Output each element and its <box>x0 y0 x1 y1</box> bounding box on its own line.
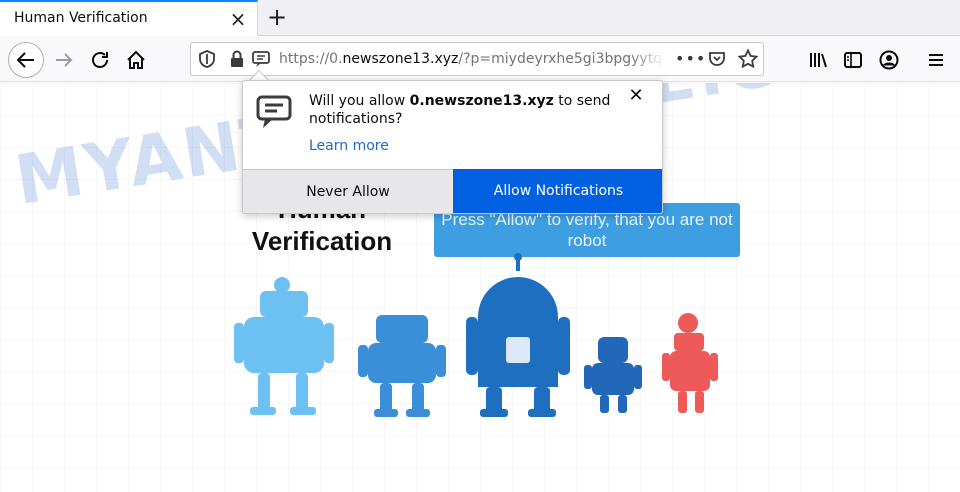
bookmark-star-icon[interactable] <box>736 47 760 71</box>
popup-message: Will you allow 0.newszone13.xyz to send … <box>309 92 619 128</box>
home-icon[interactable] <box>124 48 148 72</box>
allow-notifications-button[interactable]: Allow Notifications <box>453 169 662 213</box>
nav-toolbar: https://0.newszone13.xyz/?p=miydeyrxhe5g… <box>0 36 960 82</box>
new-tab-plus-icon[interactable]: + <box>264 4 290 30</box>
shield-icon[interactable] <box>195 47 219 71</box>
robot-small-navy <box>584 337 642 413</box>
menu-icon[interactable] <box>924 48 948 72</box>
robot-red <box>662 313 718 413</box>
lock-icon[interactable] <box>225 47 249 71</box>
popup-message-prefix: Will you allow <box>309 93 410 109</box>
sidebar-icon[interactable] <box>841 48 865 72</box>
forward-icon[interactable] <box>52 48 76 72</box>
tab-human-verification[interactable]: Human Verification × <box>0 0 258 36</box>
url-text[interactable]: https://0.newszone13.xyz/?p=miydeyrxhe5g… <box>279 51 663 71</box>
notification-permission-popup: Will you allow 0.newszone13.xyz to send … <box>242 80 663 214</box>
chat-bubble-icon <box>255 93 295 133</box>
learn-more-link[interactable]: Learn more <box>309 138 389 154</box>
url-prefix: https://0. <box>279 51 343 67</box>
pocket-icon[interactable] <box>705 47 729 71</box>
tab-close-icon[interactable]: × <box>228 8 248 30</box>
url-host: newszone13.xyz <box>342 51 459 67</box>
notification-permission-icon[interactable] <box>249 47 273 71</box>
back-icon <box>16 52 34 68</box>
back-button[interactable] <box>8 42 44 78</box>
account-icon[interactable] <box>877 48 901 72</box>
close-icon[interactable]: ✕ <box>625 85 647 107</box>
never-allow-button[interactable]: Never Allow <box>243 169 453 213</box>
tab-title: Human Verification <box>14 10 148 26</box>
tab-bar: Human Verification × + <box>0 0 960 36</box>
url-fade <box>631 45 665 73</box>
browser-window: Human Verification × + https://0.newszon… <box>0 0 960 492</box>
page-actions-icon[interactable]: ••• <box>675 47 705 71</box>
robots-illustration <box>234 253 718 417</box>
library-icon[interactable] <box>806 48 830 72</box>
url-bar[interactable]: https://0.newszone13.xyz/?p=miydeyrxhe5g… <box>190 42 764 76</box>
robot-light-blue <box>234 277 334 415</box>
robot-dark-blue <box>466 253 570 417</box>
popup-site-name: 0.newszone13.xyz <box>409 93 554 109</box>
robot-mid-blue <box>358 315 446 417</box>
reload-icon[interactable] <box>88 48 112 72</box>
